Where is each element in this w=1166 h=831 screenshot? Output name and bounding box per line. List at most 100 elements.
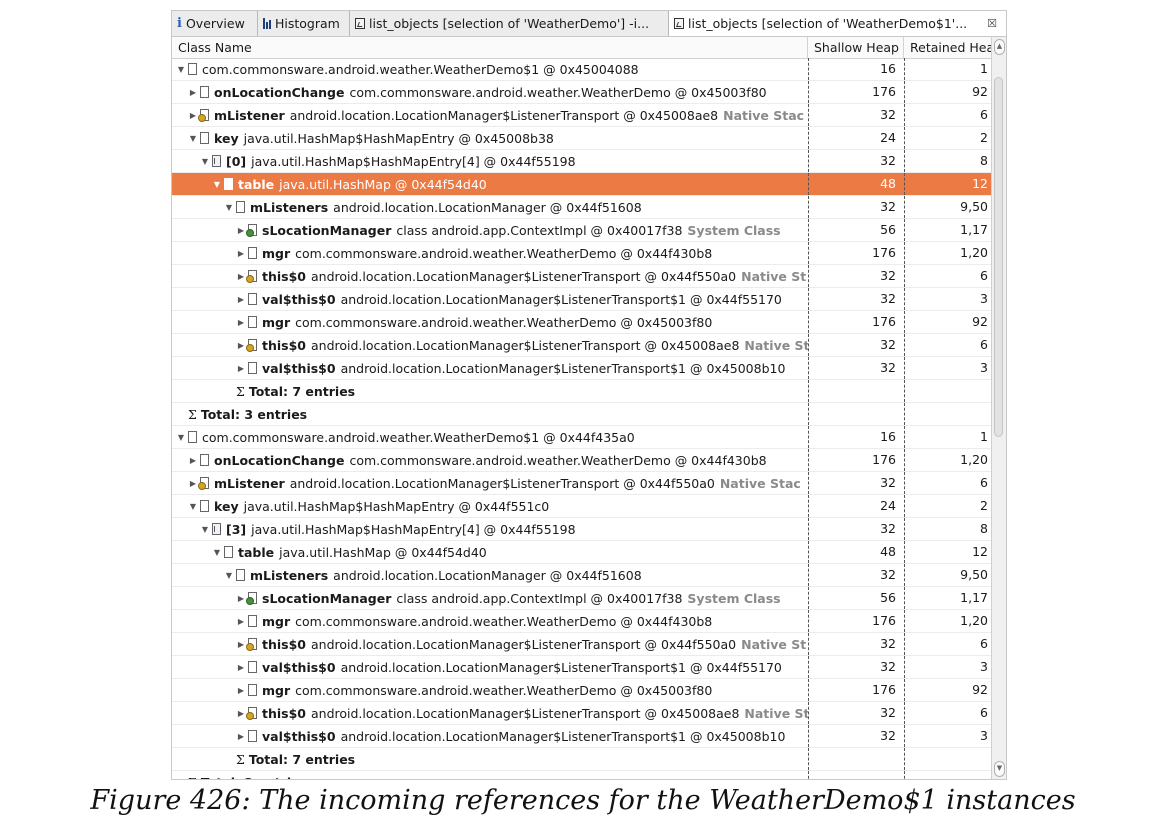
expand-arrow-icon[interactable]: ▶ [236,732,246,741]
shallow-heap-cell: 32 [808,725,904,747]
tree-row[interactable]: ▶ sLocationManager class android.app.Conte… [172,587,992,610]
shallow-heap-cell: 32 [808,702,904,724]
class-name-cell: ▶ mgr com.commonsware.android.weather.Weat… [172,610,808,632]
retained-heap-cell: 6 [904,265,992,287]
tree-row[interactable]: ▼ table java.util.HashMap @ 0x44f54d40 48 12 [172,173,992,196]
tree-row[interactable]: ▶ val$this$0 android.location.LocationMana… [172,725,992,748]
shallow-heap-cell: 176 [808,242,904,264]
field-name: onLocationChange [214,452,345,468]
tree-row[interactable]: ▶ onLocationChange com.commonsware.android… [172,81,992,104]
class-name-cell: ▶ mgr com.commonsware.android.weather.Weat… [172,311,808,333]
tree-row[interactable]: ▼ mListeners android.location.LocationMana… [172,564,992,587]
shallow-heap-cell: 32 [808,564,904,586]
expand-arrow-icon[interactable]: ▶ [236,341,246,350]
expand-arrow-icon[interactable]: ▶ [236,709,246,718]
tree-row[interactable]: ▶ val$this$0 android.location.LocationMana… [172,357,992,380]
object-icon [248,362,257,374]
field-name: [0] [226,153,247,169]
tab-histogram[interactable]: Histogram [258,11,350,36]
object-icon [188,63,197,75]
tree-row[interactable]: ▶ val$this$0 android.location.LocationMana… [172,656,992,679]
expand-arrow-icon[interactable]: ▶ [236,617,246,626]
tree-row[interactable]: ▶ mgr com.commonsware.android.weather.Weat… [172,311,992,334]
tab-list-objects-weatherdemo1[interactable]: list_objects [selection of 'WeatherDemo$… [669,11,1006,36]
column-header-class-name[interactable]: Class Name [172,37,808,58]
vertical-scrollbar[interactable]: ▲ ▼ [991,37,1006,779]
tree-row[interactable]: ▶ mgr com.commonsware.android.weather.Weat… [172,610,992,633]
total-row[interactable]: ΣTotal: 3 entries [172,771,992,779]
scroll-up-icon[interactable]: ▲ [994,39,1005,55]
tree-row[interactable]: ▶ val$this$0 android.location.LocationMana… [172,288,992,311]
tree-row[interactable]: ▼ [3] java.util.HashMap$HashMapEntry[4] @ … [172,518,992,541]
scrollbar-thumb[interactable] [994,77,1003,437]
expand-arrow-icon[interactable]: ▶ [236,272,246,281]
field-name: val$this$0 [262,360,336,376]
expand-arrow-icon[interactable]: ▶ [236,594,246,603]
tree-row[interactable]: ▼ key java.util.HashMap$HashMapEntry @ 0x4… [172,127,992,150]
tab-overview[interactable]: i Overview [172,11,258,36]
expand-arrow-icon[interactable]: ▶ [236,663,246,672]
object-label: java.util.HashMap @ 0x44f54d40 [279,544,487,560]
collapse-arrow-icon[interactable]: ▼ [176,433,186,442]
collapse-arrow-icon[interactable]: ▼ [200,525,210,534]
collapse-arrow-icon[interactable]: ▼ [188,502,198,511]
field-name: key [214,130,239,146]
collapse-arrow-icon[interactable]: ▼ [188,134,198,143]
column-header-retained-heap[interactable]: Retained Heap [904,37,992,58]
total-row[interactable]: Σ Total: 7 entries [172,748,992,771]
collapse-arrow-icon[interactable]: ▼ [212,180,222,189]
tree-row[interactable]: ▶ onLocationChange com.commonsware.android… [172,449,992,472]
collapse-arrow-icon[interactable]: ▼ [200,157,210,166]
tree-row[interactable]: ▼ com.commonsware.android.weather.Weather… [172,58,992,81]
retained-heap-cell: 3 [904,656,992,678]
tree-row[interactable]: ▶ mListener android.location.LocationManag… [172,472,992,495]
collapse-arrow-icon[interactable]: ▼ [224,571,234,580]
expand-arrow-icon[interactable]: ▶ [188,111,198,120]
field-name: [3] [226,521,247,537]
tree-row[interactable]: ▶ this$0 android.location.LocationManager$… [172,334,992,357]
expand-arrow-icon[interactable]: ▶ [236,318,246,327]
tree-row[interactable]: ▶ sLocationManager class android.app.Conte… [172,219,992,242]
retained-heap-cell [904,771,992,779]
total-row[interactable]: ΣTotal: 3 entries [172,403,992,426]
shallow-heap-cell: 24 [808,495,904,517]
tree-row[interactable]: ▶ this$0 android.location.LocationManager$… [172,702,992,725]
expand-arrow-icon[interactable]: ▶ [236,295,246,304]
native-stack-ref-icon [198,477,209,490]
object-label: java.util.HashMap @ 0x44f54d40 [279,176,487,192]
expand-arrow-icon[interactable]: ▶ [236,226,246,235]
tree-row[interactable]: ▶ mListener android.location.LocationManag… [172,104,992,127]
expand-arrow-icon[interactable]: ▶ [188,88,198,97]
expand-arrow-icon[interactable]: ▶ [188,479,198,488]
column-header-shallow-heap[interactable]: Shallow Heap [808,37,904,58]
expand-arrow-icon[interactable]: ▶ [188,456,198,465]
object-icon [200,132,209,144]
expand-arrow-icon[interactable]: ▶ [236,364,246,373]
tree-row[interactable]: ▼ [0] java.util.HashMap$HashMapEntry[4] @ … [172,150,992,173]
class-name-cell: ▶ this$0 android.location.LocationManager$… [172,334,808,356]
tree-row[interactable]: ▼ key java.util.HashMap$HashMapEntry @ 0x4… [172,495,992,518]
expand-arrow-icon[interactable]: ▶ [236,686,246,695]
object-label: com.commonsware.android.weather.WeatherD… [295,682,713,698]
object-label: com.commonsware.android.weather.WeatherD… [349,84,767,100]
tree-row[interactable]: ▼ com.commonsware.android.weather.Weather… [172,426,992,449]
total-row[interactable]: Σ Total: 7 entries [172,380,992,403]
collapse-arrow-icon[interactable]: ▼ [176,65,186,74]
field-name: mgr [262,682,291,698]
collapse-arrow-icon[interactable]: ▼ [224,203,234,212]
close-tab-icon[interactable]: ☒ [983,17,1001,30]
tab-list-objects-weatherdemo[interactable]: list_objects [selection of 'WeatherDemo'… [350,11,669,36]
tree-row[interactable]: ▶ this$0 android.location.LocationManager$… [172,633,992,656]
tree-row[interactable]: ▼ table java.util.HashMap @ 0x44f54d40 48 12 [172,541,992,564]
expand-arrow-icon[interactable]: ▶ [236,640,246,649]
total-label: Total: 7 entries [248,383,356,399]
expand-arrow-icon[interactable]: ▶ [236,249,246,258]
field-name: this$0 [262,705,306,721]
collapse-arrow-icon[interactable]: ▼ [212,548,222,557]
class-name-cell: ▶ mListener android.location.LocationManag… [172,104,808,126]
tree-row[interactable]: ▶ mgr com.commonsware.android.weather.Weat… [172,679,992,702]
tree-row[interactable]: ▶ this$0 android.location.LocationManager$… [172,265,992,288]
scroll-down-icon[interactable]: ▼ [994,761,1005,777]
tree-row[interactable]: ▼ mListeners android.location.LocationMana… [172,196,992,219]
tree-row[interactable]: ▶ mgr com.commonsware.android.weather.Weat… [172,242,992,265]
